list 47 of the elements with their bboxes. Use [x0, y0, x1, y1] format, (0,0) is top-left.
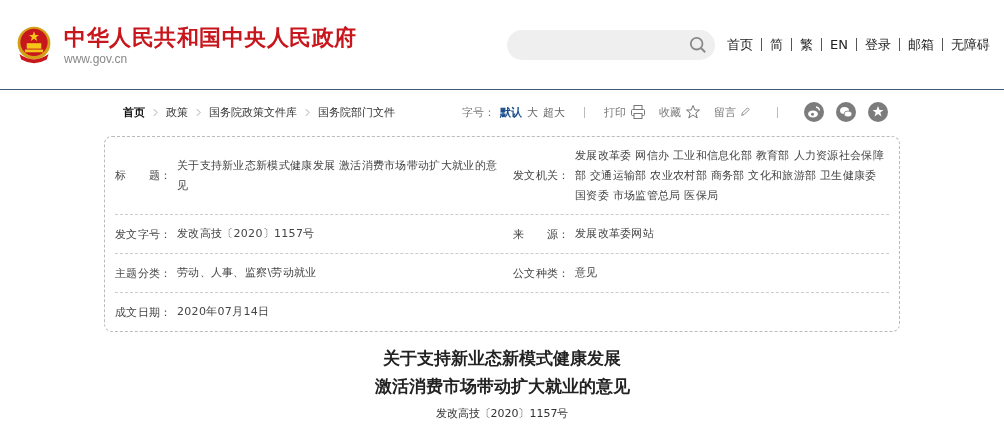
site-url[interactable]: www.gov.cn [64, 51, 357, 66]
document-number: 发改高技〔2020〕1157号 [435, 406, 569, 421]
nav-link[interactable]: 首页 [727, 35, 754, 54]
breadcrumb-link[interactable]: 政策 [166, 104, 188, 120]
font-size-option[interactable]: 默认 [500, 104, 522, 120]
pencil-icon [740, 107, 750, 117]
nav-link[interactable]: 简 [770, 35, 784, 54]
field-label: 成文日期： [115, 304, 173, 320]
chevron-icon [196, 107, 201, 117]
nav-link[interactable]: 无障碍 [951, 35, 990, 54]
site-name[interactable]: 中华人民共和国中央人民政府 [64, 23, 357, 52]
nav-link[interactable]: EN [830, 37, 848, 52]
favorite-button[interactable]: 收藏 [659, 104, 701, 120]
nav-link[interactable]: 繁 [800, 35, 814, 54]
wechat-icon[interactable] [836, 102, 856, 122]
breadcrumb-link[interactable]: 首页 [123, 104, 145, 120]
search-icon[interactable] [689, 35, 708, 54]
nav-link[interactable]: 登录 [865, 35, 891, 54]
field-value: 发改高技〔2020〕1157号 [177, 226, 316, 242]
star-icon [685, 104, 701, 120]
breadcrumb-link[interactable]: 国务院政策文件库 [209, 104, 297, 120]
field-label: 来 源： [513, 226, 571, 242]
article-title: 激活消费市场带动扩大就业的意见 [374, 375, 630, 398]
field-label: 标 题： [115, 168, 173, 183]
font-size-option[interactable]: 超大 [543, 104, 565, 120]
search-field[interactable] [507, 29, 716, 60]
chevron-icon [153, 107, 158, 117]
chevron-icon [305, 107, 310, 117]
weibo-icon[interactable] [804, 102, 824, 122]
breadcrumb-link[interactable]: 国务院部门文件 [318, 104, 395, 120]
field-value: 意见 [575, 265, 599, 281]
field-label: 发文机关： [513, 168, 571, 183]
font-size-label: 字号： [462, 104, 495, 120]
field-value: 发展改革委网站 [575, 226, 656, 242]
nav-link[interactable]: 邮箱 [908, 35, 934, 54]
field-label: 公文种类： [513, 265, 571, 281]
field-value: 发展改革委 网信办 工业和信息化部 教育部 人力资源社会保障部 交通运输部 农业农村部 商务部 文化和旅游部 卫生健康委国资委 市场监管总局 医保局 [575, 147, 885, 204]
comment-button[interactable]: 留言 [714, 104, 750, 120]
article-title: 关于支持新业态新模式健康发展 [383, 347, 621, 370]
field-value: 2020年07月14日 [177, 304, 271, 320]
field-label: 主题分类： [115, 265, 173, 281]
field-value: 关于支持新业态新模式健康发展 激活消费市场带动扩大就业的意见 [177, 157, 499, 194]
field-label: 发文字号： [115, 226, 173, 242]
print-button[interactable]: 打印 [604, 104, 646, 120]
font-size-option[interactable]: 大 [527, 104, 538, 120]
field-value: 劳动、人事、监察\劳动就业 [177, 265, 318, 281]
printer-icon [630, 104, 646, 120]
